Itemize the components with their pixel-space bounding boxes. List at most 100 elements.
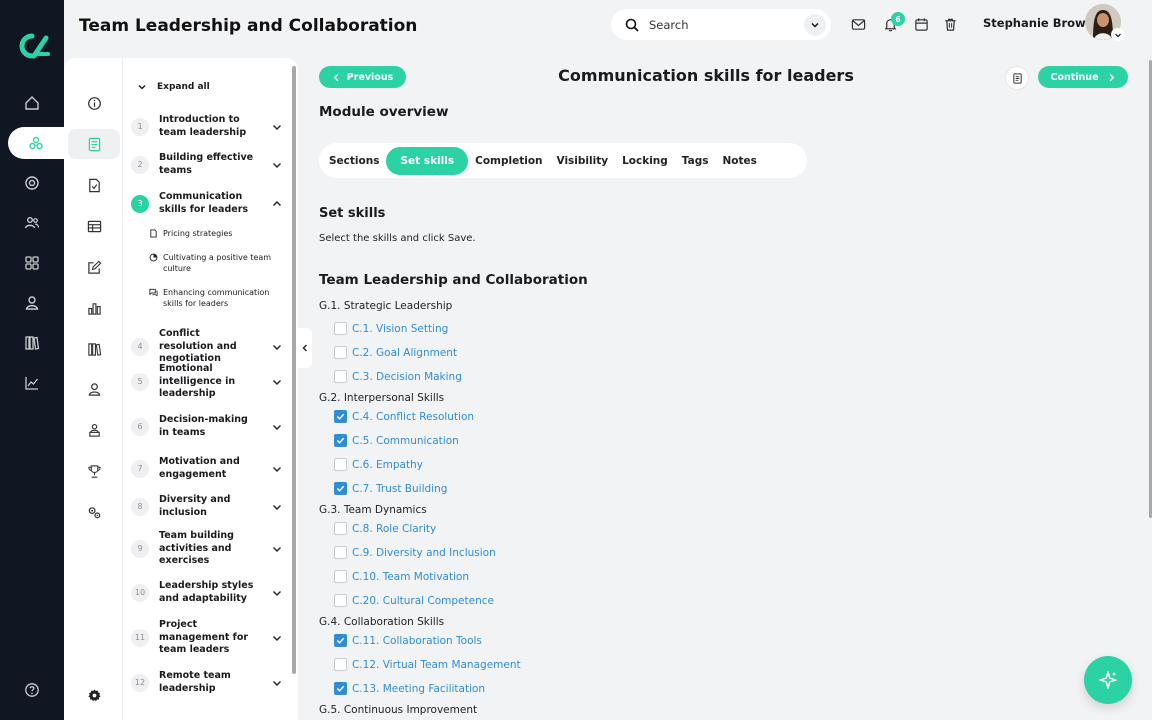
skill-label[interactable]: C.3. Decision Making [352, 371, 462, 383]
tab-notes[interactable]: Notes [715, 147, 763, 175]
search-scope-dropdown[interactable] [804, 13, 826, 36]
tree-scrollbar[interactable] [292, 66, 296, 674]
library-icon[interactable] [0, 327, 64, 359]
search-input[interactable]: Search [611, 9, 831, 40]
skill-label[interactable]: C.13. Meeting Facilitation [352, 683, 485, 695]
chevron-up-icon[interactable] [271, 198, 283, 210]
skill-checkbox-item[interactable]: C.13. Meeting Facilitation [334, 682, 485, 695]
checkbox[interactable] [334, 322, 347, 335]
ai-assistant-button[interactable] [1084, 656, 1132, 704]
chevron-down-icon[interactable] [271, 463, 283, 475]
skill-checkbox-item[interactable]: C.9. Diversity and Inclusion [334, 546, 496, 559]
trash-icon[interactable] [943, 17, 958, 32]
module-item-5[interactable]: 5 Emotional intelligence in leadership [131, 363, 283, 401]
skill-label[interactable]: C.9. Diversity and Inclusion [352, 547, 496, 559]
table-icon[interactable] [68, 211, 120, 241]
tab-tags[interactable]: Tags [675, 147, 716, 175]
module-item-8[interactable]: 8 Diversity and inclusion [131, 494, 283, 519]
chevron-down-icon[interactable] [271, 159, 283, 171]
expand-all-button[interactable]: Expand all [137, 82, 210, 92]
tab-sections[interactable]: Sections [322, 147, 386, 175]
skill-label[interactable]: C.12. Virtual Team Management [352, 659, 521, 671]
module-item-4[interactable]: 4 Conflict resolution and negotiation [131, 328, 283, 366]
tab-completion[interactable]: Completion [468, 147, 549, 175]
checkbox-checked[interactable] [334, 682, 347, 695]
skill-checkbox-item[interactable]: C.5. Communication [334, 434, 459, 447]
checkbox[interactable] [334, 570, 347, 583]
skill-checkbox-item[interactable]: C.8. Role Clarity [334, 522, 436, 535]
skill-label[interactable]: C.8. Role Clarity [352, 523, 436, 535]
skill-label[interactable]: C.7. Trust Building [352, 483, 447, 495]
mail-icon[interactable] [851, 17, 866, 32]
presenter-icon[interactable] [68, 415, 120, 445]
skill-checkbox-item[interactable]: C.20. Cultural Competence [334, 594, 494, 607]
tab-locking[interactable]: Locking [615, 147, 675, 175]
info-icon[interactable] [68, 88, 120, 118]
skill-checkbox-item[interactable]: C.12. Virtual Team Management [334, 658, 521, 671]
lesson-item[interactable]: Enhancing communication skills for leade… [149, 287, 289, 309]
chevron-down-icon[interactable] [271, 421, 283, 433]
courses-icon[interactable] [8, 127, 64, 159]
file-check-icon[interactable] [68, 170, 120, 200]
module-item-6[interactable]: 6 Decision-making in teams [131, 414, 283, 439]
chevron-down-icon[interactable] [271, 677, 283, 689]
checkbox[interactable] [334, 658, 347, 671]
checkbox[interactable] [334, 346, 347, 359]
skill-label[interactable]: C.4. Conflict Resolution [352, 411, 474, 423]
chevron-down-icon[interactable] [271, 376, 283, 388]
home-icon[interactable] [0, 87, 64, 119]
checkbox[interactable] [334, 546, 347, 559]
chevron-down-icon[interactable] [271, 121, 283, 133]
apps-grid-icon[interactable] [0, 247, 64, 279]
tab-set-skills[interactable]: Set skills [386, 146, 469, 175]
help-icon[interactable] [0, 674, 64, 706]
trophy-icon[interactable] [68, 456, 120, 486]
skill-label[interactable]: C.20. Cultural Competence [352, 595, 494, 607]
previous-button[interactable]: Previous [319, 66, 406, 88]
skill-checkbox-item[interactable]: C.10. Team Motivation [334, 570, 469, 583]
module-item-9[interactable]: 9 Team building activities and exercises [131, 530, 283, 568]
skill-label[interactable]: C.11. Collaboration Tools [352, 635, 482, 647]
module-item-11[interactable]: 11 Project management for team leaders [131, 619, 283, 657]
target-icon[interactable] [0, 167, 64, 199]
user-icon[interactable] [0, 287, 64, 319]
skill-label[interactable]: C.5. Communication [352, 435, 459, 447]
checkbox-checked[interactable] [334, 434, 347, 447]
skill-label[interactable]: C.10. Team Motivation [352, 571, 469, 583]
skill-checkbox-item[interactable]: C.4. Conflict Resolution [334, 410, 474, 423]
skill-checkbox-item[interactable]: C.11. Collaboration Tools [334, 634, 482, 647]
chevron-down-icon[interactable] [271, 543, 283, 555]
bar-chart-icon[interactable] [68, 293, 120, 323]
skill-checkbox-item[interactable]: C.3. Decision Making [334, 370, 462, 383]
collapse-panel-button[interactable] [298, 328, 312, 368]
checkbox-checked[interactable] [334, 634, 347, 647]
skill-checkbox-item[interactable]: C.6. Empathy [334, 458, 423, 471]
calendar-icon[interactable] [914, 17, 929, 32]
module-item-10[interactable]: 10 Leadership styles and adaptability [131, 580, 283, 605]
chevron-down-icon[interactable] [271, 632, 283, 644]
notes-button[interactable] [1005, 66, 1029, 90]
lesson-item[interactable]: Cultivating a positive team culture [149, 252, 289, 274]
gears-icon[interactable] [68, 497, 120, 527]
app-logo[interactable] [12, 30, 52, 62]
module-item-7[interactable]: 7 Motivation and engagement [131, 456, 283, 481]
module-item-2[interactable]: 2 Building effective teams [131, 152, 283, 177]
lesson-item[interactable]: Pricing strategies [149, 228, 289, 239]
chevron-down-icon[interactable] [271, 341, 283, 353]
books-icon[interactable] [68, 334, 120, 364]
continue-button[interactable]: Continue [1038, 66, 1128, 88]
checkbox[interactable] [334, 594, 347, 607]
chevron-down-icon[interactable] [271, 501, 283, 513]
chevron-down-icon[interactable] [271, 587, 283, 599]
user-name[interactable]: Stephanie Brown [983, 16, 1094, 30]
checkbox[interactable] [334, 370, 347, 383]
checkbox-checked[interactable] [334, 410, 347, 423]
tab-visibility[interactable]: Visibility [550, 147, 616, 175]
settings-icon[interactable] [68, 680, 120, 710]
module-item-12[interactable]: 12 Remote team leadership [131, 670, 283, 695]
user-menu-toggle[interactable] [1111, 28, 1124, 41]
module-content-icon[interactable] [68, 129, 120, 159]
checkbox[interactable] [334, 522, 347, 535]
skill-checkbox-item[interactable]: C.2. Goal Alignment [334, 346, 457, 359]
skill-checkbox-item[interactable]: C.7. Trust Building [334, 482, 447, 495]
